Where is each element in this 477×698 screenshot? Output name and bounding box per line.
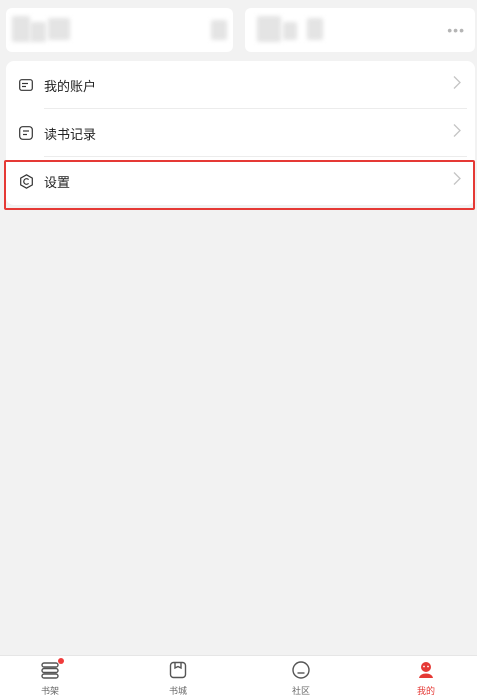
- chevron-right-icon: [453, 172, 461, 191]
- tab-profile[interactable]: 我的: [396, 660, 456, 698]
- community-icon: [291, 660, 311, 680]
- tab-label: 书架: [40, 686, 59, 696]
- profile-icon: [416, 660, 436, 680]
- app-screen: ••• 我的账户 读书记录 设置 书架 书城 社区 我的: [0, 0, 477, 698]
- bottom-tab-bar: 书架 书城 社区 我的: [0, 655, 477, 698]
- wallet-icon: [18, 77, 34, 93]
- profile-card-left[interactable]: [6, 8, 233, 52]
- chevron-right-icon: [453, 76, 461, 95]
- reading-record-icon: [18, 125, 34, 141]
- menu-item-settings[interactable]: 设置: [6, 157, 475, 205]
- tab-label: 书城: [168, 686, 187, 696]
- menu-item-label: 读书记录: [44, 126, 97, 142]
- bookstore-icon: [168, 660, 188, 680]
- tab-label: 社区: [291, 686, 310, 696]
- top-cards: •••: [6, 8, 475, 52]
- tab-label: 我的: [416, 686, 435, 696]
- menu-item-reading-record[interactable]: 读书记录: [6, 109, 475, 157]
- settings-icon: [18, 173, 34, 189]
- menu-item-my-account[interactable]: 我的账户: [6, 61, 475, 109]
- profile-card-right[interactable]: •••: [245, 8, 475, 52]
- chevron-right-icon: [453, 124, 461, 143]
- menu-item-label: 我的账户: [44, 78, 97, 94]
- tab-bookstore[interactable]: 书城: [148, 660, 208, 698]
- tab-community[interactable]: 社区: [271, 660, 331, 698]
- more-icon[interactable]: •••: [447, 22, 465, 38]
- menu-item-label: 设置: [44, 174, 71, 190]
- tab-bookshelf[interactable]: 书架: [20, 658, 80, 698]
- notification-badge: [58, 658, 64, 664]
- settings-menu: 我的账户 读书记录 设置: [6, 61, 475, 205]
- bookshelf-icon: [40, 658, 64, 680]
